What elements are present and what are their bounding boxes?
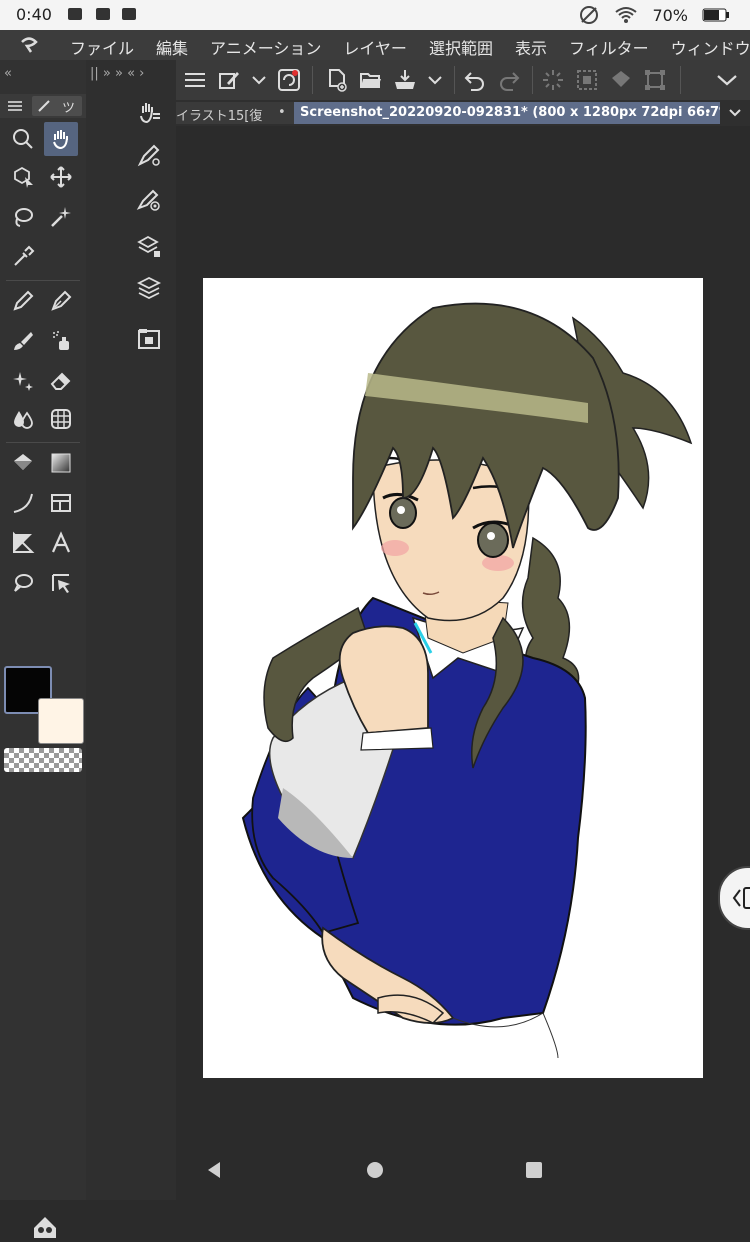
frame-border-icon[interactable]	[44, 486, 78, 520]
clear-icon[interactable]	[538, 66, 568, 94]
app-logo-icon[interactable]	[18, 34, 40, 56]
tab-illust15-label: イラスト15[復	[176, 109, 263, 124]
menu-file[interactable]: ファイル	[70, 35, 134, 59]
recents-icon[interactable]	[522, 1158, 546, 1182]
menu-edit[interactable]: 編集	[156, 35, 188, 59]
tool-palette-tab: ツ	[0, 94, 86, 118]
grid-tool-icon[interactable]	[44, 402, 78, 436]
app-icon-a	[96, 8, 110, 20]
tv-icon	[122, 8, 136, 20]
eraser-icon[interactable]	[44, 364, 78, 398]
pen-tab-icon	[38, 100, 50, 112]
save-options-chevron-icon[interactable]	[420, 66, 450, 94]
touch-gesture-icon[interactable]	[134, 98, 164, 128]
blend-icon[interactable]	[6, 402, 40, 436]
tab-screenshot[interactable]: Screenshot_20220920-092831* (800 x 1280p…	[294, 102, 720, 124]
zoom-tool-icon[interactable]	[6, 122, 40, 156]
tool-tab-label: ツ	[62, 101, 76, 116]
menu-view[interactable]: 表示	[515, 35, 547, 59]
figure-icon[interactable]	[6, 486, 40, 520]
chevron-left-icon	[732, 887, 750, 909]
tab-list-chevron-icon[interactable]	[720, 102, 750, 124]
tab-illust15[interactable]: イラスト15[復 •	[176, 102, 294, 124]
magic-wand-icon[interactable]	[44, 200, 78, 234]
object-tool-icon[interactable]	[6, 160, 40, 194]
chevron-down-icon[interactable]	[244, 66, 274, 94]
home-companion-icon[interactable]	[30, 1212, 60, 1242]
command-bar	[176, 60, 750, 100]
open-folder-icon[interactable]	[356, 66, 386, 94]
menu-selection[interactable]: 選択範囲	[429, 35, 493, 59]
move-tool-icon[interactable]	[44, 160, 78, 194]
notification-icon	[68, 8, 82, 20]
menu-layer[interactable]: レイヤー	[343, 35, 407, 59]
battery-percent: 70%	[652, 5, 688, 25]
text-tool-icon[interactable]	[44, 526, 78, 560]
home-icon[interactable]	[363, 1158, 387, 1182]
transparent-color-swatch[interactable]	[4, 748, 82, 772]
menu-window[interactable]: ウィンドウ	[671, 35, 750, 59]
undo-icon[interactable]	[460, 66, 490, 94]
tool-palette: « ツ	[0, 60, 86, 1238]
drawing-canvas[interactable]	[203, 278, 703, 1078]
tab-illust15-close[interactable]: •	[278, 105, 286, 120]
pen-settings-icon[interactable]	[134, 184, 164, 214]
redo-icon[interactable]	[494, 66, 524, 94]
hand-tool-icon[interactable]	[44, 122, 78, 156]
pencil-icon[interactable]	[44, 284, 78, 318]
dnd-icon	[580, 6, 599, 24]
wifi-icon	[615, 7, 638, 23]
system-nav-bar	[176, 1140, 750, 1200]
transform-icon[interactable]	[640, 66, 670, 94]
layer-property-icon[interactable]	[134, 232, 164, 262]
battery-icon	[702, 8, 729, 22]
sub-color-swatch[interactable]	[38, 698, 84, 744]
brush-icon[interactable]	[6, 324, 40, 358]
panel-nav-controls[interactable]: || » » « ›	[90, 66, 144, 81]
material-icon[interactable]	[134, 324, 164, 354]
lasso-tool-icon[interactable]	[6, 200, 40, 234]
correct-line-icon[interactable]	[44, 566, 78, 600]
eyedropper-icon[interactable]	[6, 240, 40, 274]
layers-icon[interactable]	[134, 272, 164, 302]
pen-icon[interactable]	[6, 284, 40, 318]
decoration-icon[interactable]	[6, 364, 40, 398]
brush-settings-icon[interactable]	[134, 140, 164, 170]
balloon-icon[interactable]	[6, 566, 40, 600]
tool-tab[interactable]: ツ	[32, 96, 82, 116]
status-time: 0:40	[16, 5, 52, 24]
toolbar-expand-chevron-icon[interactable]	[712, 66, 742, 94]
canvas-tab-bar: イラスト15[復 • Screenshot_20220920-092831* (…	[176, 100, 750, 126]
tab-screenshot-close[interactable]: •	[704, 105, 712, 120]
menu-animation[interactable]: アニメーション	[210, 35, 321, 59]
clear-outside-selection-icon[interactable]	[572, 66, 602, 94]
gradient-icon[interactable]	[44, 446, 78, 480]
sub-tool-column: || » » « ›	[86, 60, 176, 1200]
hamburger-menu-icon[interactable]	[180, 66, 210, 94]
fill-selection-icon[interactable]	[606, 66, 636, 94]
quick-settings-icon[interactable]	[214, 66, 244, 94]
save-icon[interactable]	[390, 66, 420, 94]
tab-screenshot-label: Screenshot_20220920-092831* (800 x 1280p…	[300, 105, 720, 120]
collapse-panel-button[interactable]: «	[4, 66, 12, 81]
fill-icon[interactable]	[6, 446, 40, 480]
status-bar: 0:40 70%	[0, 0, 750, 30]
back-icon[interactable]	[202, 1158, 226, 1182]
new-file-icon[interactable]	[322, 66, 352, 94]
clip-studio-icon[interactable]	[274, 66, 304, 94]
menu-filter[interactable]: フィルター	[569, 35, 649, 59]
menu-icon[interactable]	[8, 100, 22, 112]
airbrush-icon[interactable]	[44, 324, 78, 358]
ruler-icon[interactable]	[6, 526, 40, 560]
menu-bar: ファイル 編集 アニメーション レイヤー 選択範囲 表示 フィルター ウィンドウ	[0, 30, 750, 60]
anime-girl-illustration	[241, 302, 693, 1059]
